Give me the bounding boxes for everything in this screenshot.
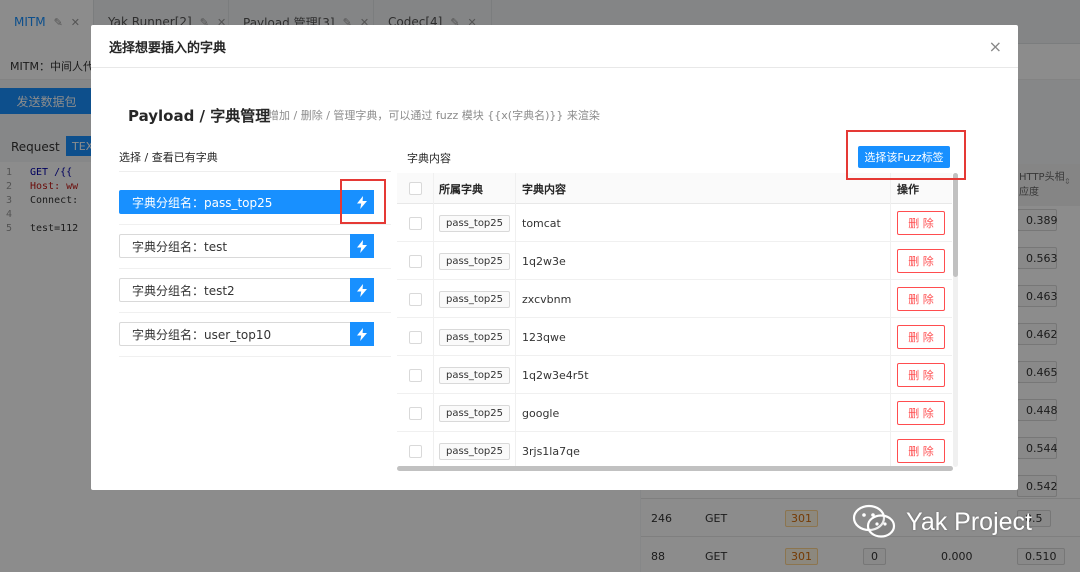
delete-button[interactable]: 删 除 — [897, 401, 945, 425]
dictionary-group-label: 字典分组名：pass_top25 — [132, 195, 273, 210]
dictionary-group-item[interactable]: 字典分组名：pass_top25 — [119, 190, 374, 214]
use-dictionary-button[interactable] — [350, 322, 374, 346]
delete-button[interactable]: 删 除 — [897, 439, 945, 463]
row-checkbox[interactable] — [409, 330, 422, 344]
dict-tag: pass_top25 — [439, 442, 511, 460]
dictionary-group-item[interactable]: 字典分组名：user_top10 — [119, 322, 374, 346]
action-cell: 删 除 — [897, 318, 945, 356]
column-dict: 所属字典 — [439, 182, 483, 196]
select-cell — [409, 242, 422, 280]
row-checkbox[interactable] — [409, 292, 422, 306]
row-checkbox[interactable] — [409, 444, 422, 458]
highlight-box-fuzz-button — [846, 130, 966, 180]
close-icon[interactable]: × — [989, 37, 1002, 56]
dict-cell: pass_top25 — [439, 242, 511, 280]
action-cell: 删 除 — [897, 394, 945, 432]
delete-button[interactable]: 删 除 — [897, 211, 945, 235]
dict-tag: pass_top25 — [439, 328, 511, 346]
dict-tag: pass_top25 — [439, 252, 511, 270]
thunderbolt-icon — [357, 283, 367, 297]
table-row: pass_top25 tomcat 删 除 — [397, 204, 952, 242]
dict-tag: pass_top25 — [439, 366, 511, 384]
dictionary-group-label: 字典分组名：test — [132, 239, 228, 254]
vertical-scrollbar-thumb[interactable] — [953, 173, 958, 277]
row-checkbox[interactable] — [409, 254, 422, 268]
select-all-cell — [409, 173, 422, 204]
thunderbolt-icon — [357, 239, 367, 253]
dict-cell: pass_top25 — [439, 356, 511, 394]
row-checkbox[interactable] — [409, 368, 422, 382]
select-cell — [409, 356, 422, 394]
action-cell: 删 除 — [897, 356, 945, 394]
column-content: 字典内容 — [522, 182, 566, 196]
select-cell — [409, 432, 422, 468]
content-cell: 123qwe — [522, 330, 566, 344]
modal-title: 选择想要插入的字典 — [109, 40, 227, 56]
dictionary-group-item[interactable]: 字典分组名：test — [119, 234, 374, 258]
page-title: Payload / 字典管理 — [128, 107, 271, 125]
action-cell: 删 除 — [897, 280, 945, 318]
action-cell: 删 除 — [897, 204, 945, 242]
divider — [119, 312, 391, 313]
dictionary-group-label: 字典分组名：user_top10 — [132, 327, 272, 342]
row-checkbox[interactable] — [409, 406, 422, 420]
dictionary-group-item[interactable]: 字典分组名：test2 — [119, 278, 374, 302]
use-dictionary-button[interactable] — [350, 234, 374, 258]
delete-button[interactable]: 删 除 — [897, 325, 945, 349]
watermark: Yak Project — [852, 503, 1032, 541]
watermark-text: Yak Project — [906, 507, 1032, 536]
content-cell: 1q2w3e — [522, 254, 566, 268]
select-all-checkbox[interactable] — [409, 182, 422, 195]
dict-cell: pass_top25 — [439, 204, 511, 242]
select-cell — [409, 280, 422, 318]
dictionary-content-table: 所属字典 字典内容 操作 pass_top25 tomcat 删 除 pass_top… — [397, 173, 959, 468]
dict-tag: pass_top25 — [439, 214, 511, 232]
action-cell: 删 除 — [897, 432, 945, 468]
highlight-box-use-button — [340, 179, 386, 224]
table-row: pass_top25 1q2w3e 删 除 — [397, 242, 952, 280]
content-cell: tomcat — [522, 216, 561, 230]
content-cell: google — [522, 406, 560, 420]
dictionary-select-modal: 选择想要插入的字典 × Payload / 字典管理 增加 / 删除 / 管理字… — [91, 25, 1018, 490]
action-cell: 删 除 — [897, 242, 945, 280]
table-row: pass_top25 123qwe 删 除 — [397, 318, 952, 356]
select-cell — [409, 318, 422, 356]
horizontal-scrollbar[interactable] — [397, 466, 953, 471]
table-row: pass_top25 google 删 除 — [397, 394, 952, 432]
delete-button[interactable]: 删 除 — [897, 287, 945, 311]
dict-cell: pass_top25 — [439, 318, 511, 356]
content-cell: 3rjs1la7qe — [522, 444, 580, 458]
content-cell: zxcvbnm — [522, 292, 572, 306]
divider — [119, 224, 391, 225]
dict-cell: pass_top25 — [439, 280, 511, 318]
thunderbolt-icon — [357, 327, 367, 341]
table-row: pass_top25 zxcvbnm 删 除 — [397, 280, 952, 318]
delete-button[interactable]: 删 除 — [897, 249, 945, 273]
modal-header: 选择想要插入的字典 — [91, 25, 1018, 68]
divider — [119, 171, 391, 172]
dict-cell: pass_top25 — [439, 432, 511, 468]
table-row: pass_top25 3rjs1la7qe 删 除 — [397, 432, 952, 468]
delete-button[interactable]: 删 除 — [897, 363, 945, 387]
dictionary-list-heading: 选择 / 查看已有字典 — [119, 151, 218, 164]
dict-tag: pass_top25 — [439, 404, 511, 422]
dict-cell: pass_top25 — [439, 394, 511, 432]
row-checkbox[interactable] — [409, 216, 422, 230]
page-subtitle: 增加 / 删除 / 管理字典，可以通过 fuzz 模块 {{x(字典名)}} 来… — [268, 109, 600, 122]
select-cell — [409, 204, 422, 242]
select-cell — [409, 394, 422, 432]
divider — [119, 268, 391, 269]
table-row: pass_top25 1q2w3e4r5t 删 除 — [397, 356, 952, 394]
divider — [119, 356, 391, 357]
wechat-icon — [852, 504, 896, 538]
dictionary-group-label: 字典分组名：test2 — [132, 283, 235, 298]
dict-tag: pass_top25 — [439, 290, 511, 308]
content-cell: 1q2w3e4r5t — [522, 368, 589, 382]
use-dictionary-button[interactable] — [350, 278, 374, 302]
dictionary-content-heading: 字典内容 — [407, 152, 451, 165]
